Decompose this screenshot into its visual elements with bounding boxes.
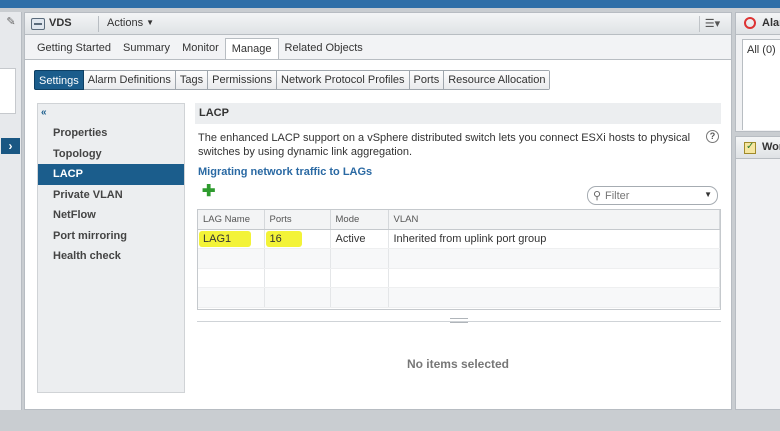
column-header-mode[interactable]: Mode xyxy=(330,210,389,230)
column-header-vlan[interactable]: VLAN xyxy=(388,210,720,230)
pin-icon[interactable]: ✎ xyxy=(5,16,17,28)
actions-label: Actions xyxy=(107,17,144,29)
actions-menu[interactable]: Actions ▼ xyxy=(107,17,154,29)
mode-cell: Active xyxy=(330,229,389,249)
lag-table: LAG Name Ports Mode VLAN LAG1 16 Active … xyxy=(197,209,721,310)
empty-row xyxy=(198,268,720,288)
alarms-title: Alar xyxy=(762,17,780,29)
no-selection-message: No items selected xyxy=(406,357,510,371)
work-title-bar: Wor xyxy=(736,137,780,159)
subtab-settings[interactable]: Settings xyxy=(34,70,84,90)
view-menu-icon[interactable]: ☰▾ xyxy=(699,16,725,32)
title-separator xyxy=(98,16,99,32)
nav-item-health-check[interactable]: Health check xyxy=(38,246,184,267)
work-in-progress-panel: Wor xyxy=(735,136,780,410)
vlan-cell: Inherited from uplink port group xyxy=(388,229,720,249)
nav-item-properties[interactable]: Properties xyxy=(38,123,184,144)
work-title: Wor xyxy=(762,141,780,153)
nav-item-port-mirroring[interactable]: Port mirroring xyxy=(38,226,184,247)
filter-input[interactable] xyxy=(605,189,697,202)
details-splitter xyxy=(197,321,721,322)
nav-item-private-vlan[interactable]: Private VLAN xyxy=(38,185,184,206)
table-row[interactable]: LAG1 16 Active Inherited from uplink por… xyxy=(198,229,720,249)
column-header-ports[interactable]: Ports xyxy=(264,210,331,230)
collapse-nav-icon[interactable]: « xyxy=(41,107,47,118)
tab-related-objects[interactable]: Related Objects xyxy=(279,38,369,60)
subtab-alarm-definitions[interactable]: Alarm Definitions xyxy=(83,71,176,89)
subtab-permissions[interactable]: Permissions xyxy=(208,71,278,89)
tab-manage[interactable]: Manage xyxy=(224,38,279,60)
alarms-title-bar: Alar xyxy=(736,13,780,35)
sub-tabs: Settings Alarm Definitions Tags Permissi… xyxy=(34,70,551,90)
manage-content: Settings Alarm Definitions Tags Permissi… xyxy=(25,60,731,409)
top-bar xyxy=(0,0,780,8)
subtab-resource-allocation[interactable]: Resource Allocation xyxy=(444,71,550,89)
navigator-collapsed-panel: ✎ › xyxy=(0,12,22,410)
chevron-down-icon[interactable]: ▼ xyxy=(704,190,712,199)
chevron-down-icon: ▼ xyxy=(146,18,154,27)
ports-cell: 16 xyxy=(265,230,302,247)
tab-monitor[interactable]: Monitor xyxy=(176,38,225,60)
section-title: LACP xyxy=(195,103,721,124)
search-icon: ⚲ xyxy=(593,190,602,202)
subtab-ports[interactable]: Ports xyxy=(409,71,445,89)
object-title: VDS xyxy=(49,17,72,29)
expand-icon[interactable]: › xyxy=(1,138,20,154)
add-icon[interactable]: ✚ xyxy=(202,184,215,200)
subtab-network-protocol-profiles[interactable]: Network Protocol Profiles xyxy=(277,71,410,89)
nav-item-topology[interactable]: Topology xyxy=(38,144,184,165)
settings-nav: « Properties Topology LACP Private VLAN … xyxy=(37,103,185,393)
column-header-lag-name[interactable]: LAG Name xyxy=(198,210,265,230)
tab-getting-started[interactable]: Getting Started xyxy=(31,38,117,60)
nav-item-lacp[interactable]: LACP xyxy=(38,164,184,185)
alarm-icon xyxy=(744,17,756,29)
empty-row xyxy=(198,287,720,308)
alarms-panel: Alar All (0) xyxy=(735,12,780,132)
main-panel: VDS Actions ▼ ☰▾ Getting Started Summary … xyxy=(24,12,732,410)
tab-summary[interactable]: Summary xyxy=(117,38,176,60)
help-icon[interactable]: ? xyxy=(706,130,719,143)
lag-name-cell: LAG1 xyxy=(199,230,252,247)
tab-all-alarms[interactable]: All (0) xyxy=(742,39,780,59)
distributed-switch-icon xyxy=(31,18,45,30)
settings-nav-list: Properties Topology LACP Private VLAN Ne… xyxy=(38,123,184,267)
work-in-progress-icon xyxy=(744,141,756,154)
empty-row xyxy=(198,248,720,269)
subtab-tags[interactable]: Tags xyxy=(175,71,209,89)
alarms-list xyxy=(742,58,780,130)
nav-item-netflow[interactable]: NetFlow xyxy=(38,205,184,226)
table-header-row: LAG Name Ports Mode VLAN xyxy=(198,210,720,230)
migrate-traffic-link[interactable]: Migrating network traffic to LAGs xyxy=(198,166,372,178)
object-title-bar: VDS Actions ▼ ☰▾ xyxy=(25,13,731,35)
filter-box[interactable]: ⚲ ▼ xyxy=(587,186,718,205)
main-tabs: Getting Started Summary Monitor Manage R… xyxy=(31,38,369,60)
navigator-tab[interactable] xyxy=(0,68,16,114)
lacp-description: The enhanced LACP support on a vSphere d… xyxy=(198,132,691,158)
lacp-panel: LACP The enhanced LACP support on a vSph… xyxy=(195,103,721,393)
